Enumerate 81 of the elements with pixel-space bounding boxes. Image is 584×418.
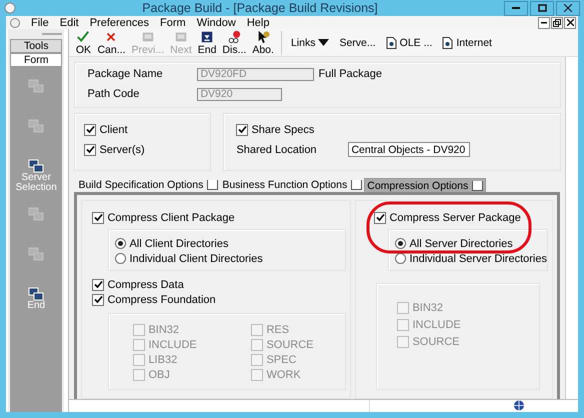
window-title: Package Build - [Package Build Revisions]	[141, 1, 379, 15]
sidebar-tab[interactable]: Tools	[10, 39, 62, 53]
close-icon[interactable]	[556, 0, 580, 16]
checkbox-label: Compress Client Package	[107, 212, 235, 224]
checkbox[interactable]	[236, 124, 248, 136]
tab[interactable]: Business Function Options	[220, 178, 364, 192]
link-button[interactable]: Serve...	[334, 36, 381, 48]
menu-item[interactable]: Help	[246, 16, 270, 28]
checkbox[interactable]	[133, 338, 146, 350]
minimize-icon[interactable]	[504, 0, 528, 16]
radio-label: Individual Server Directories	[409, 252, 547, 264]
field-label: Package Name	[87, 68, 164, 80]
package-type: Full Package	[318, 68, 384, 80]
document-icon	[442, 36, 454, 48]
checkbox-label: Compress Data	[107, 278, 184, 290]
checkbox-label: Server(s)	[99, 144, 145, 156]
menu-item[interactable]: Form	[160, 16, 186, 28]
checkbox-label: RES	[266, 324, 290, 336]
checkbox[interactable]	[251, 324, 264, 336]
sidebar-tab[interactable]: Form	[10, 53, 62, 67]
toolbar-button[interactable]: Can...	[94, 30, 128, 56]
radio-button[interactable]	[395, 238, 406, 249]
toolbar-button[interactable]: Abo.	[249, 30, 277, 56]
checkbox[interactable]	[397, 336, 410, 348]
radio-label: All Client Directories	[129, 238, 228, 250]
caret-icon	[318, 39, 330, 46]
menu-item[interactable]: Preferences	[90, 16, 150, 28]
radio-button[interactable]	[395, 253, 406, 264]
radio-button[interactable]	[115, 253, 126, 264]
menu-item[interactable]: Edit	[60, 16, 79, 28]
minimize-icon[interactable]	[538, 16, 550, 28]
document-icon	[386, 36, 397, 48]
tab[interactable]: Compression Options	[364, 178, 486, 192]
checkbox-label: INCLUDE	[148, 338, 197, 350]
checkbox[interactable]	[397, 302, 410, 314]
checkbox-label: Share Specs	[251, 124, 314, 136]
checkbox[interactable]	[251, 338, 264, 350]
toolbar-button[interactable]: OK	[72, 30, 94, 56]
checkbox[interactable]	[92, 294, 104, 306]
checkbox[interactable]	[251, 368, 264, 380]
toolbar-button[interactable]: Dis...	[219, 30, 250, 56]
checkbox[interactable]	[84, 144, 96, 156]
link-button[interactable]: Links	[286, 36, 334, 48]
checkbox-label: Compress Server Package	[389, 212, 521, 224]
checkbox-label: SPEC	[266, 354, 296, 366]
checkbox-label: LIB32	[148, 354, 178, 366]
close-icon[interactable]	[564, 16, 576, 28]
maximize-icon[interactable]	[530, 0, 554, 16]
checkbox[interactable]	[133, 368, 146, 380]
checkbox-label: INCLUDE	[412, 318, 461, 330]
checkbox[interactable]	[397, 318, 410, 330]
checkmark-icon	[75, 30, 92, 44]
checkbox-label: WORK	[266, 368, 301, 380]
checkbox[interactable]	[374, 212, 386, 224]
menu-item[interactable]: Window	[196, 16, 236, 28]
checkbox[interactable]	[133, 354, 146, 366]
radio-button[interactable]	[115, 238, 126, 249]
radio-label: All Server Directories	[409, 238, 513, 250]
checkbox-label: Compress Foundation	[107, 294, 216, 306]
radio-label: Individual Client Directories	[129, 252, 263, 264]
field-label: Shared Location	[236, 144, 318, 156]
checkbox-label: BIN32	[412, 302, 444, 314]
menu-item[interactable]: File	[31, 16, 49, 28]
input-field[interactable]: Central Objects - DV920	[348, 142, 470, 157]
toolbar-button[interactable]: End	[194, 30, 220, 56]
checkbox[interactable]	[92, 212, 104, 224]
checkbox-label: BIN32	[148, 324, 180, 336]
tab[interactable]: Build Specification Options	[76, 178, 220, 192]
app-icon	[4, 2, 16, 14]
link-button[interactable]: OLE ...	[380, 36, 438, 48]
checkbox[interactable]	[92, 278, 104, 290]
restore-icon[interactable]	[551, 16, 563, 28]
checkbox[interactable]	[133, 324, 146, 336]
checkbox[interactable]	[251, 354, 264, 366]
checkbox-label: SOURCE	[266, 338, 314, 350]
checkbox-label: SOURCE	[412, 336, 460, 348]
link-button[interactable]: Internet	[437, 36, 497, 48]
field-label: Path Code	[87, 88, 140, 100]
checkbox-label: OBJ	[148, 368, 170, 380]
checkbox-label: Client	[99, 124, 128, 136]
checkbox[interactable]	[84, 124, 96, 136]
